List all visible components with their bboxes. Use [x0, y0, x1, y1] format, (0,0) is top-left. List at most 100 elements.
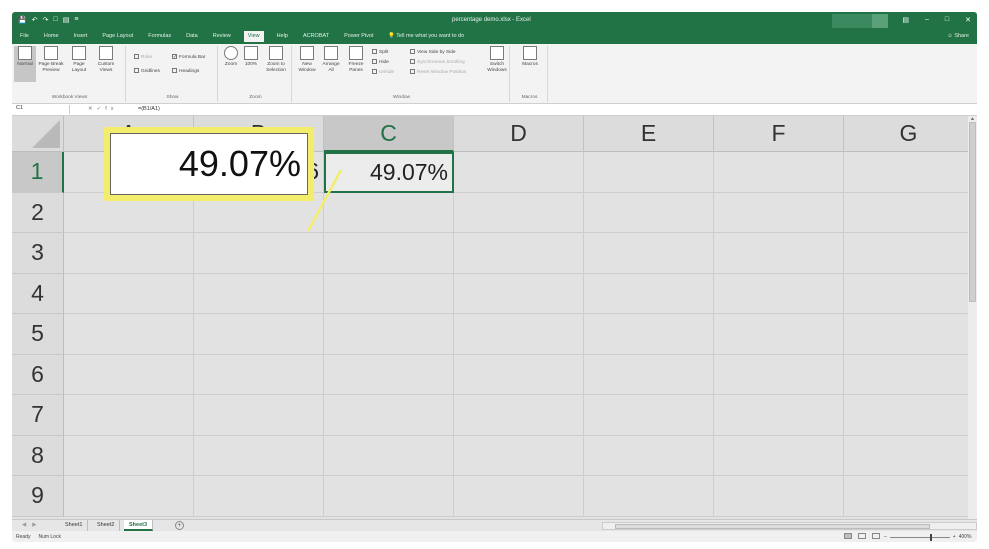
column-header-c[interactable]: C [324, 116, 454, 152]
gridlines-checkbox[interactable]: Gridlines [134, 68, 160, 74]
zoom-level[interactable]: 400% [959, 534, 972, 540]
cell-g4[interactable] [844, 273, 974, 314]
cell-a8[interactable] [64, 435, 194, 476]
normal-view-icon[interactable] [844, 533, 852, 539]
cell-b9[interactable] [194, 476, 324, 517]
tab-view[interactable]: View [243, 31, 264, 42]
vertical-scrollbar[interactable]: ▲ [968, 116, 977, 519]
cell-a5[interactable] [64, 314, 194, 355]
row-header-6[interactable]: 6 [12, 354, 64, 395]
cell-e3[interactable] [584, 233, 714, 274]
formula-bar-checkbox[interactable]: ✓ Formula Bar [172, 54, 205, 60]
tab-insert[interactable]: Insert [72, 33, 90, 42]
page-break-icon[interactable] [872, 533, 880, 539]
tab-file[interactable]: File [18, 33, 31, 42]
scroll-thumb[interactable] [969, 122, 976, 302]
cell-d5[interactable] [454, 314, 584, 355]
cell-d7[interactable] [454, 395, 584, 436]
cell-d1[interactable] [454, 152, 584, 193]
column-header-d[interactable]: D [454, 116, 584, 152]
tell-me-search[interactable]: 💡 Tell me what you want to do [388, 33, 464, 39]
tab-home[interactable]: Home [42, 33, 61, 42]
cell-a6[interactable] [64, 354, 194, 395]
cell-f3[interactable] [714, 233, 844, 274]
horizontal-scrollbar[interactable] [602, 522, 977, 530]
cell-d2[interactable] [454, 192, 584, 233]
account-area[interactable] [832, 14, 872, 28]
cell-f1[interactable] [714, 152, 844, 193]
cell-f6[interactable] [714, 354, 844, 395]
page-layout-icon[interactable] [858, 533, 866, 539]
cell-g9[interactable] [844, 476, 974, 517]
split-button[interactable]: Split [372, 49, 388, 55]
cell-f5[interactable] [714, 314, 844, 355]
cell-g7[interactable] [844, 395, 974, 436]
cell-e5[interactable] [584, 314, 714, 355]
tab-data[interactable]: Data [184, 33, 200, 42]
zoom-100-button[interactable]: 100% [242, 46, 260, 68]
unhide-button[interactable]: Unhide [372, 69, 394, 75]
cell-b4[interactable] [194, 273, 324, 314]
switch-windows-button[interactable]: Switch Windows [486, 46, 508, 73]
cell-f2[interactable] [714, 192, 844, 233]
cell-b3[interactable] [194, 233, 324, 274]
custom-views-button[interactable]: Custom Views [94, 46, 118, 73]
row-header-1[interactable]: 1 [12, 152, 64, 193]
new-icon[interactable]: □ [53, 16, 57, 24]
enter-icon[interactable]: ✓ [97, 106, 106, 112]
add-sheet-icon[interactable]: + [175, 521, 184, 530]
row-header-2[interactable]: 2 [12, 192, 64, 233]
cell-a7[interactable] [64, 395, 194, 436]
prev-sheet-icon[interactable]: ◀ [22, 522, 32, 528]
hide-button[interactable]: Hide [372, 59, 389, 65]
cell-d6[interactable] [454, 354, 584, 395]
cell-f4[interactable] [714, 273, 844, 314]
cell-f8[interactable] [714, 435, 844, 476]
cell-b7[interactable] [194, 395, 324, 436]
tab-help[interactable]: Help [275, 33, 290, 42]
cell-g2[interactable] [844, 192, 974, 233]
zoom-button[interactable]: Zoom [222, 46, 240, 68]
avatar[interactable] [872, 14, 888, 28]
cell-e8[interactable] [584, 435, 714, 476]
cell-f7[interactable] [714, 395, 844, 436]
cell-e7[interactable] [584, 395, 714, 436]
ribbon-display-icon[interactable]: ▤ [902, 16, 909, 24]
customize-icon[interactable]: ≡ [74, 16, 78, 24]
share-button[interactable]: ☺ Share [947, 33, 969, 39]
side-by-side-button[interactable]: View Side by Side [410, 49, 456, 55]
cell-b8[interactable] [194, 435, 324, 476]
next-sheet-icon[interactable]: ▶ [32, 522, 42, 528]
cell-c7[interactable] [324, 395, 454, 436]
row-header-4[interactable]: 4 [12, 273, 64, 314]
column-header-g[interactable]: G [844, 116, 974, 152]
tab-page-layout[interactable]: Page Layout [100, 33, 135, 42]
cell-a9[interactable] [64, 476, 194, 517]
tab-review[interactable]: Review [211, 33, 233, 42]
cancel-icon[interactable]: ✕ [88, 106, 97, 112]
zoom-out-icon[interactable]: – [884, 534, 887, 540]
row-header-8[interactable]: 8 [12, 435, 64, 476]
cell-e1[interactable] [584, 152, 714, 193]
freeze-panes-button[interactable]: Freeze Panes [344, 46, 368, 73]
formula-input[interactable]: =(B1/A1) [138, 106, 160, 112]
cell-c1[interactable]: 49.07% [324, 152, 454, 193]
row-header-3[interactable]: 3 [12, 233, 64, 274]
page-layout-button[interactable]: Page Layout [68, 46, 90, 73]
arrange-all-button[interactable]: Arrange All [320, 46, 342, 73]
cell-c4[interactable] [324, 273, 454, 314]
cell-a4[interactable] [64, 273, 194, 314]
cell-g6[interactable] [844, 354, 974, 395]
name-box[interactable]: C1 [14, 105, 70, 114]
cell-f9[interactable] [714, 476, 844, 517]
cell-g8[interactable] [844, 435, 974, 476]
zoom-selection-button[interactable]: Zoom to Selection [262, 46, 290, 73]
save-icon[interactable]: 💾 [18, 16, 27, 24]
cell-g3[interactable] [844, 233, 974, 274]
reset-position-button[interactable]: Reset Window Position [410, 69, 466, 75]
close-icon[interactable]: ✕ [965, 16, 971, 24]
cell-d3[interactable] [454, 233, 584, 274]
zoom-slider-handle[interactable] [929, 533, 932, 541]
cell-a3[interactable] [64, 233, 194, 274]
cell-b6[interactable] [194, 354, 324, 395]
